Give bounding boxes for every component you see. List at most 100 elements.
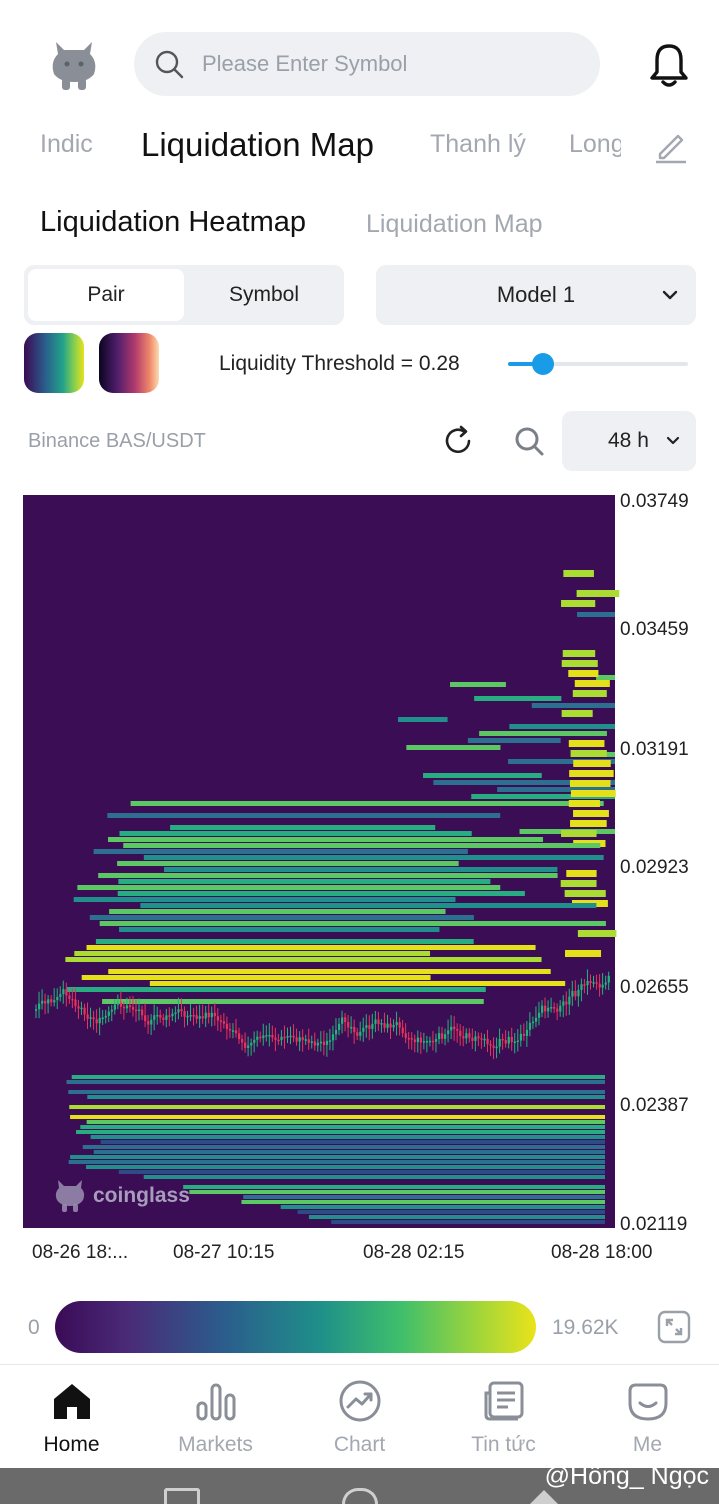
candle-body bbox=[365, 1025, 368, 1028]
candle-body bbox=[562, 1001, 565, 1006]
candle-body bbox=[244, 1042, 247, 1048]
candle-body bbox=[486, 1038, 489, 1045]
y-tick-label: 0.02923 bbox=[620, 857, 689, 878]
candle-body bbox=[119, 1002, 123, 1007]
top-tabs: Indic Liquidation Map Thanh lý Long bbox=[0, 120, 719, 180]
candle-body bbox=[441, 1033, 444, 1039]
heat-band bbox=[130, 801, 530, 806]
heat-band bbox=[87, 1095, 605, 1099]
search-bar[interactable] bbox=[134, 32, 600, 96]
heat-band bbox=[143, 855, 604, 860]
magnifier-icon[interactable] bbox=[512, 424, 546, 458]
candle-body bbox=[283, 1036, 286, 1039]
heat-band bbox=[93, 1150, 605, 1154]
app-logo-icon[interactable] bbox=[44, 34, 104, 94]
candle-body bbox=[383, 1023, 386, 1028]
candle-body bbox=[453, 1026, 456, 1030]
candle-body bbox=[71, 998, 74, 1001]
candle-body bbox=[477, 1036, 480, 1039]
refresh-icon[interactable] bbox=[441, 424, 475, 458]
home-icon bbox=[53, 1384, 90, 1419]
candle-body bbox=[513, 1041, 516, 1044]
subtab-liquidation-heatmap[interactable]: Liquidation Heatmap bbox=[40, 206, 306, 239]
candle-body bbox=[68, 995, 71, 999]
palette-magma-swatch[interactable] bbox=[99, 333, 159, 393]
candle-body bbox=[298, 1037, 301, 1042]
candle-body bbox=[304, 1039, 307, 1041]
edit-tabs-icon[interactable] bbox=[652, 128, 688, 164]
tab-long[interactable]: Long bbox=[569, 130, 621, 159]
candle-body bbox=[250, 1042, 253, 1046]
heat-band bbox=[467, 738, 561, 743]
heat-band bbox=[398, 717, 448, 722]
system-home-button[interactable] bbox=[342, 1488, 378, 1504]
y-tick-label: 0.03749 bbox=[620, 491, 689, 512]
fullscreen-icon[interactable] bbox=[657, 1310, 691, 1344]
heat-band bbox=[573, 760, 611, 767]
heat-band bbox=[563, 570, 594, 577]
candle-body bbox=[295, 1037, 298, 1042]
tab-thanh-ly[interactable]: Thanh lý bbox=[430, 130, 526, 159]
heat-band bbox=[102, 999, 484, 1004]
system-recents-button[interactable] bbox=[164, 1488, 200, 1504]
pair-button[interactable]: Pair bbox=[28, 269, 184, 321]
system-back-button[interactable] bbox=[530, 1490, 558, 1504]
candle-body bbox=[398, 1022, 401, 1028]
candle-body bbox=[265, 1035, 268, 1037]
heat-band bbox=[66, 1080, 605, 1084]
candle-body bbox=[35, 1009, 38, 1011]
candle-body bbox=[338, 1023, 341, 1030]
candle-body bbox=[492, 1045, 495, 1048]
heat-band bbox=[241, 1200, 605, 1204]
nav-chart[interactable]: Chart bbox=[288, 1365, 431, 1469]
notification-bell-icon[interactable] bbox=[648, 42, 690, 88]
heat-band bbox=[568, 740, 605, 747]
candle-body bbox=[262, 1035, 265, 1039]
nav-markets-label: Markets bbox=[178, 1433, 253, 1456]
candle-body bbox=[225, 1023, 229, 1029]
candle-body bbox=[434, 1039, 438, 1042]
heat-band bbox=[331, 1220, 605, 1224]
candle-body bbox=[550, 1007, 553, 1009]
heat-band bbox=[70, 1115, 606, 1119]
candle-body bbox=[419, 1037, 423, 1043]
candle-body bbox=[289, 1035, 292, 1038]
candle-body bbox=[598, 983, 601, 988]
heat-band bbox=[69, 1105, 605, 1109]
tab-liquidation-map[interactable]: Liquidation Map bbox=[141, 126, 374, 164]
palette-viridis-swatch[interactable] bbox=[24, 333, 84, 393]
slider-thumb[interactable] bbox=[532, 353, 554, 375]
candle-body bbox=[428, 1040, 432, 1043]
candle-body bbox=[377, 1019, 380, 1025]
nav-markets[interactable]: Markets bbox=[144, 1365, 287, 1469]
nav-home[interactable]: Home bbox=[0, 1365, 143, 1469]
candle-body bbox=[104, 1015, 107, 1018]
nav-news[interactable]: Tin tức bbox=[432, 1365, 575, 1469]
candle-body bbox=[253, 1039, 256, 1043]
subtab-liquidation-map[interactable]: Liquidation Map bbox=[366, 210, 543, 239]
candle-body bbox=[80, 1007, 83, 1010]
candle-body bbox=[150, 1019, 153, 1025]
candle-body bbox=[322, 1041, 326, 1045]
candle-body bbox=[516, 1040, 519, 1043]
candle-body bbox=[604, 982, 607, 985]
liquidation-heatmap-chart[interactable]: coinglass 0.037490.034590.031910.029230.… bbox=[0, 480, 719, 1280]
candle-body bbox=[416, 1037, 419, 1043]
heat-band bbox=[568, 670, 599, 677]
candle-body bbox=[583, 984, 586, 986]
candle-body bbox=[341, 1017, 344, 1024]
colorbar-max-label: 19.62K bbox=[552, 1316, 619, 1339]
candle-body bbox=[38, 1003, 41, 1010]
candle-body bbox=[537, 1012, 541, 1018]
search-input[interactable] bbox=[202, 51, 562, 77]
symbol-button[interactable]: Symbol bbox=[186, 269, 342, 321]
candle-body bbox=[65, 989, 68, 996]
nav-me[interactable]: Me bbox=[576, 1365, 719, 1469]
nav-news-label: Tin tức bbox=[471, 1433, 536, 1456]
tab-indic[interactable]: Indic bbox=[40, 130, 93, 159]
time-range-dropdown[interactable]: 48 h bbox=[562, 411, 696, 471]
model-dropdown[interactable]: Model 1 bbox=[376, 265, 696, 325]
candle-body bbox=[525, 1029, 529, 1036]
heat-band bbox=[561, 660, 598, 667]
liquidity-threshold-slider[interactable] bbox=[508, 352, 688, 376]
